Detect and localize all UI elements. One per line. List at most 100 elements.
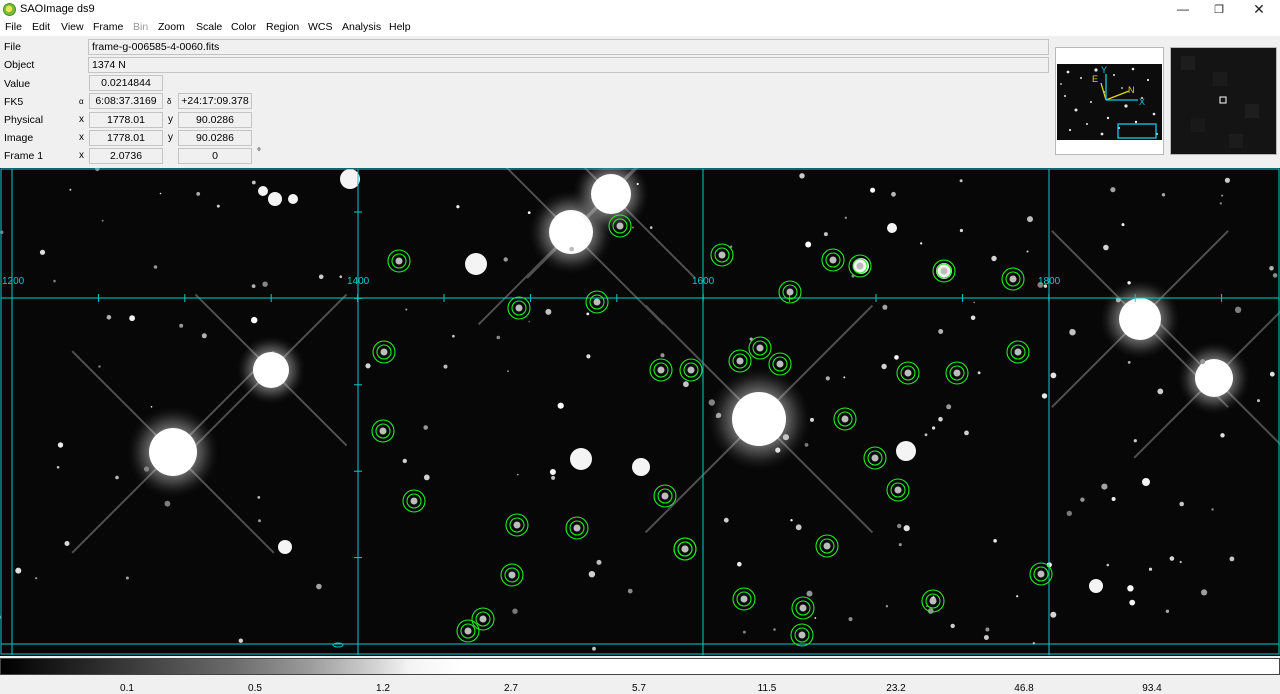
- sky-image: 1200 1400 1600 1800: [0, 168, 1280, 656]
- target-star: [380, 348, 388, 356]
- faint-star: [870, 187, 876, 193]
- faint-star: [814, 617, 817, 619]
- menu-bin[interactable]: Bin: [133, 21, 148, 33]
- target-star: [871, 454, 879, 462]
- faint-star: [1169, 556, 1175, 561]
- target-star: [464, 627, 472, 635]
- menu-analysis[interactable]: Analysis: [342, 21, 381, 33]
- faint-star: [144, 466, 150, 472]
- faint-star: [1026, 250, 1029, 253]
- target-star: [1037, 570, 1045, 578]
- object-field: 1374 N: [88, 57, 1049, 73]
- menu-view[interactable]: View: [61, 21, 84, 33]
- target-star: [829, 256, 837, 264]
- faint-star: [262, 281, 268, 287]
- faint-star: [932, 426, 936, 430]
- menu-edit[interactable]: Edit: [32, 21, 50, 33]
- restore-button[interactable]: ❐: [1200, 0, 1238, 19]
- target-star: [940, 267, 948, 275]
- grid-label: 1600: [692, 276, 715, 287]
- menu-region[interactable]: Region: [266, 21, 299, 33]
- target-star: [573, 524, 581, 532]
- faint-star: [405, 308, 408, 311]
- close-button[interactable]: ✕: [1240, 0, 1278, 19]
- faint-star: [1211, 508, 1214, 511]
- faint-star: [528, 320, 530, 323]
- minimize-button[interactable]: —: [1164, 0, 1202, 19]
- bright-star: [732, 392, 786, 446]
- faint-star: [985, 627, 990, 632]
- faint-star: [15, 567, 22, 574]
- colorbar-tick: 0.5: [248, 683, 262, 694]
- faint-star: [938, 416, 943, 422]
- faint-star: [993, 539, 997, 543]
- faint-star: [903, 525, 910, 532]
- faint-star: [805, 241, 812, 248]
- frame-x-label: x: [79, 150, 84, 161]
- delta-symbol: δ: [167, 97, 172, 106]
- menu-file[interactable]: File: [5, 21, 22, 33]
- faint-star: [586, 354, 591, 359]
- target-star: [513, 521, 521, 529]
- faint-star: [1050, 611, 1057, 618]
- faint-star: [782, 434, 790, 441]
- faint-star: [627, 588, 633, 594]
- faint-star: [950, 623, 955, 629]
- faint-star: [1050, 372, 1057, 379]
- menu-zoom[interactable]: Zoom: [158, 21, 185, 33]
- file-label: File: [4, 41, 21, 53]
- faint-star: [1121, 223, 1125, 227]
- faint-star: [983, 635, 989, 640]
- minimize-icon: —: [1177, 2, 1189, 16]
- faint-star: [1269, 371, 1275, 377]
- colorbar[interactable]: [0, 658, 1280, 675]
- faint-star: [39, 249, 46, 255]
- star: [340, 169, 360, 189]
- star: [278, 540, 292, 554]
- faint-star: [1041, 393, 1048, 399]
- faint-star: [339, 275, 343, 278]
- faint-star: [1106, 563, 1110, 567]
- faint-star: [56, 466, 60, 469]
- faint-star: [507, 370, 509, 373]
- faint-star: [1101, 483, 1108, 490]
- faint-star: [1066, 510, 1073, 517]
- target-star: [395, 257, 403, 265]
- faint-star: [557, 402, 564, 409]
- faint-star: [991, 255, 997, 262]
- star: [268, 192, 282, 206]
- faint-star: [69, 188, 72, 191]
- faint-star: [1200, 359, 1206, 365]
- faint-star: [452, 334, 455, 338]
- menu-frame[interactable]: Frame: [93, 21, 123, 33]
- menu-help[interactable]: Help: [389, 21, 411, 33]
- menu-color[interactable]: Color: [231, 21, 256, 33]
- faint-star: [196, 192, 201, 196]
- faint-star: [848, 617, 853, 622]
- faint-star: [456, 205, 460, 209]
- menu-wcs[interactable]: WCS: [308, 21, 333, 33]
- bright-star: [149, 428, 197, 476]
- panner[interactable]: Y X E N: [1055, 47, 1164, 155]
- faint-star: [1111, 497, 1116, 501]
- target-star: [508, 571, 516, 579]
- faint-star: [882, 304, 888, 310]
- faint-star: [53, 279, 56, 283]
- faint-star: [804, 443, 809, 447]
- menu-scale[interactable]: Scale: [196, 21, 222, 33]
- faint-star: [101, 219, 104, 222]
- faint-star: [1080, 497, 1085, 502]
- faint-star: [1257, 399, 1260, 403]
- colorbar-area: 0.1 0.5 1.2 2.7 5.7 11.5 23.2 46.8 93.4: [0, 656, 1280, 694]
- star: [887, 223, 897, 233]
- image-frame[interactable]: 1200 1400 1600 1800: [0, 168, 1280, 656]
- bright-star: [591, 174, 631, 214]
- faint-star: [1103, 244, 1109, 251]
- faint-star: [806, 590, 813, 597]
- faint-star: [716, 412, 722, 418]
- object-label: Object: [4, 59, 35, 71]
- faint-star: [1148, 567, 1153, 571]
- target-star: [740, 595, 748, 603]
- faint-star: [897, 523, 902, 529]
- faint-star: [799, 173, 805, 179]
